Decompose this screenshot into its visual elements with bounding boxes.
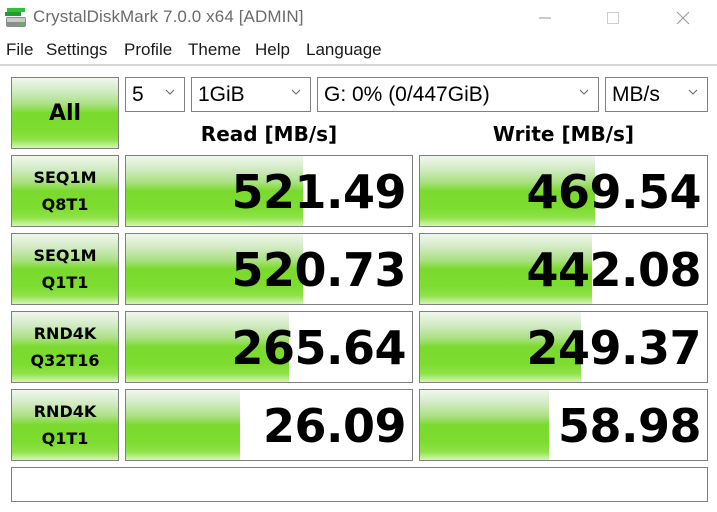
menu-theme[interactable]: Theme	[188, 40, 241, 60]
test-params: Q8T1	[41, 195, 89, 214]
menu-file[interactable]: File	[6, 40, 33, 60]
read-result: 521.49	[125, 155, 413, 227]
read-value: 26.09	[262, 399, 407, 453]
test-name: RND4K	[33, 324, 97, 343]
test-size-value: 1GiB	[198, 82, 245, 106]
write-result: 249.37	[419, 311, 708, 383]
close-icon	[676, 11, 690, 25]
write-result: 58.98	[419, 389, 708, 461]
write-result: 442.08	[419, 233, 708, 305]
maximize-icon	[607, 12, 619, 24]
read-header: Read [MB/s]	[200, 122, 338, 146]
test-params: Q1T1	[41, 429, 89, 448]
status-bar	[11, 467, 708, 502]
read-value: 520.73	[231, 243, 406, 297]
read-result: 265.64	[125, 311, 413, 383]
test-button-seq1m-q8t1[interactable]: SEQ1M Q8T1	[11, 155, 119, 227]
menu-help[interactable]: Help	[255, 40, 290, 60]
maximize-button[interactable]	[590, 0, 636, 36]
chevron-down-icon	[165, 89, 175, 95]
drive-value: G: 0% (0/447GiB)	[324, 82, 490, 106]
test-button-rnd4k-q1t1[interactable]: RND4K Q1T1	[11, 389, 119, 461]
unit-select[interactable]: MB/s	[605, 77, 708, 112]
test-size-select[interactable]: 1GiB	[191, 77, 311, 112]
menu-separator	[0, 64, 717, 66]
read-value: 265.64	[231, 321, 406, 375]
write-value: 469.54	[526, 165, 701, 219]
write-value: 249.37	[526, 321, 701, 375]
test-params: Q32T16	[30, 351, 100, 370]
unit-value: MB/s	[612, 82, 660, 106]
menu-profile[interactable]: Profile	[124, 40, 172, 60]
chevron-down-icon	[688, 89, 698, 95]
write-result: 469.54	[419, 155, 708, 227]
test-button-seq1m-q1t1[interactable]: SEQ1M Q1T1	[11, 233, 119, 305]
write-value: 58.98	[557, 399, 702, 453]
read-result: 26.09	[125, 389, 413, 461]
test-params: Q1T1	[41, 273, 89, 292]
write-level-bar	[420, 390, 550, 460]
chevron-down-icon	[291, 89, 301, 95]
test-name: RND4K	[33, 402, 97, 421]
test-name: SEQ1M	[33, 246, 97, 265]
test-button-rnd4k-q32t16[interactable]: RND4K Q32T16	[11, 311, 119, 383]
test-count-value: 5	[132, 82, 144, 106]
read-value: 521.49	[231, 165, 406, 219]
drive-select[interactable]: G: 0% (0/447GiB)	[317, 77, 599, 112]
write-header: Write [MB/s]	[492, 122, 635, 146]
minimize-icon	[539, 17, 551, 19]
chevron-down-icon	[579, 89, 589, 95]
menu-language[interactable]: Language	[306, 40, 382, 60]
close-button[interactable]	[660, 0, 706, 36]
app-icon	[5, 8, 27, 28]
read-result: 520.73	[125, 233, 413, 305]
test-count-select[interactable]: 5	[125, 77, 185, 112]
run-all-button[interactable]: All	[11, 77, 119, 149]
minimize-button[interactable]	[522, 0, 568, 36]
menu-settings[interactable]: Settings	[46, 40, 107, 60]
window-title: CrystalDiskMark 7.0.0 x64 [ADMIN]	[33, 7, 304, 26]
write-value: 442.08	[526, 243, 701, 297]
test-name: SEQ1M	[33, 168, 97, 187]
read-level-bar	[126, 390, 241, 460]
